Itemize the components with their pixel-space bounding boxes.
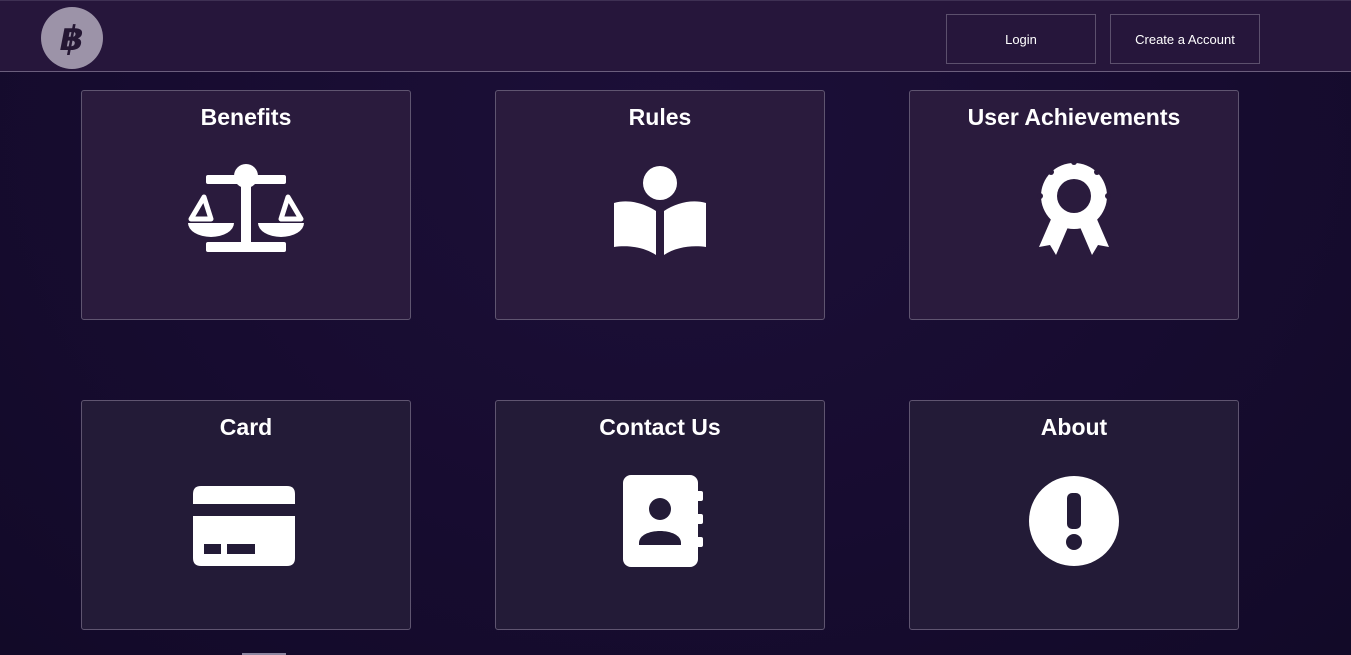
svg-text:฿: ฿ (60, 19, 84, 58)
card-card[interactable]: Card (81, 400, 411, 630)
card-title: Contact Us (599, 414, 721, 440)
create-account-button[interactable]: Create a Account (1110, 14, 1260, 64)
scale-balance-icon (82, 161, 410, 261)
card-title: Benefits (200, 104, 292, 130)
bitcoin-icon[interactable]: ฿ (41, 7, 103, 69)
contact-us-card[interactable]: Contact Us (495, 400, 825, 630)
card-title: About (1040, 414, 1108, 440)
address-book-icon (496, 471, 824, 571)
user-achievements-card[interactable]: User Achievements (909, 90, 1239, 320)
about-card[interactable]: About (909, 400, 1239, 630)
award-ribbon-icon (910, 161, 1238, 261)
login-button[interactable]: Login (946, 14, 1096, 64)
benefits-card[interactable]: Benefits (81, 90, 411, 320)
top-navbar: ฿ Login Create a Account (0, 0, 1351, 72)
exclamation-circle-icon (910, 471, 1238, 571)
rules-card[interactable]: Rules (495, 90, 825, 320)
card-title: Card (219, 414, 273, 440)
credit-card-icon (82, 471, 410, 571)
card-title: User Achievements (967, 104, 1181, 130)
card-title: Rules (628, 104, 692, 130)
book-reader-icon (496, 161, 824, 261)
